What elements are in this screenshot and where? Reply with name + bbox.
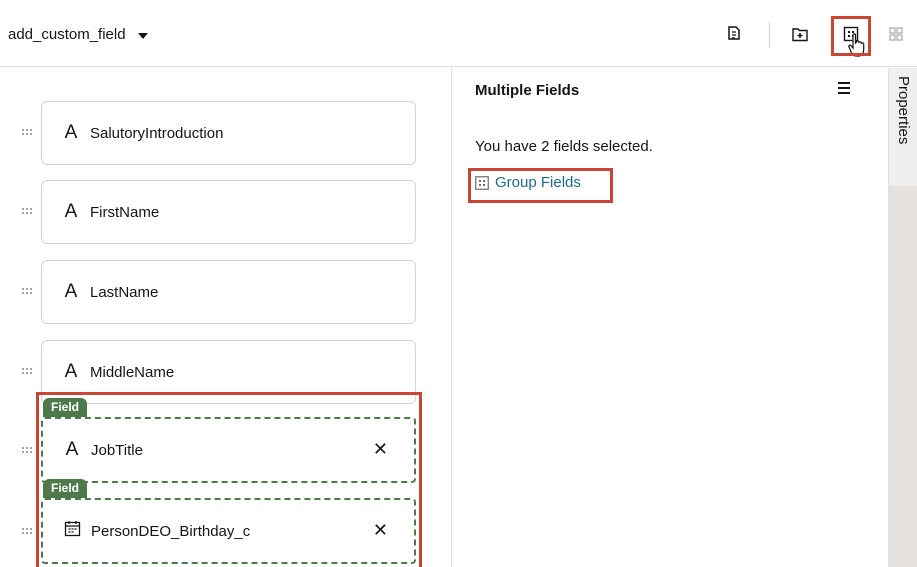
ungroup-button[interactable] [886, 24, 906, 44]
copy-button[interactable] [724, 24, 744, 44]
add-section-button[interactable] [790, 24, 810, 44]
drag-handle-icon[interactable] [22, 368, 34, 376]
chevron-down-icon [137, 32, 148, 39]
field-label: MiddleName [90, 363, 175, 381]
drag-handle-icon[interactable] [22, 288, 34, 296]
page-root: add_custom_field A SalutoryIntroduction … [0, 0, 917, 567]
panel-title: Multiple Fields [475, 82, 580, 99]
highlight-group-fields [468, 168, 613, 203]
layout-name: add_custom_field [8, 26, 126, 43]
properties-panel: Multiple Fields You have 2 fields select… [453, 68, 887, 567]
hamburger-menu-icon[interactable] [838, 82, 850, 97]
field-row[interactable]: A SalutoryIntroduction [0, 101, 452, 165]
text-field-icon: A [64, 281, 78, 302]
drag-handle-icon[interactable] [22, 208, 34, 216]
field-card[interactable]: A FirstName [41, 180, 416, 244]
field-row[interactable]: A FirstName [0, 180, 452, 244]
highlight-selected-fields [36, 392, 422, 567]
add-section-icon [792, 28, 808, 42]
field-label: FirstName [90, 203, 160, 221]
drag-handle-icon[interactable] [22, 129, 34, 137]
drag-handle-icon[interactable] [22, 528, 34, 536]
side-tab-label: Properties [895, 76, 912, 145]
highlight-toolbar-button [831, 16, 871, 56]
field-label: LastName [90, 283, 159, 301]
side-tab-strip [889, 186, 917, 567]
properties-side-tab[interactable]: Properties [888, 68, 917, 567]
text-field-icon: A [64, 201, 78, 222]
field-card[interactable]: A SalutoryIntroduction [41, 101, 416, 165]
text-field-icon: A [64, 361, 78, 382]
copy-icon [728, 26, 740, 40]
field-label: SalutoryIntroduction [90, 124, 224, 142]
drag-handle-icon[interactable] [22, 447, 34, 455]
selection-count-text: You have 2 fields selected. [475, 138, 653, 155]
text-field-icon: A [64, 122, 78, 143]
layout-selector[interactable]: add_custom_field [8, 26, 148, 43]
field-row[interactable]: A LastName [0, 260, 452, 324]
ungroup-icon [889, 27, 903, 41]
field-card[interactable]: A LastName [41, 260, 416, 324]
toolbar-divider [769, 22, 770, 48]
top-toolbar: add_custom_field [0, 0, 917, 67]
